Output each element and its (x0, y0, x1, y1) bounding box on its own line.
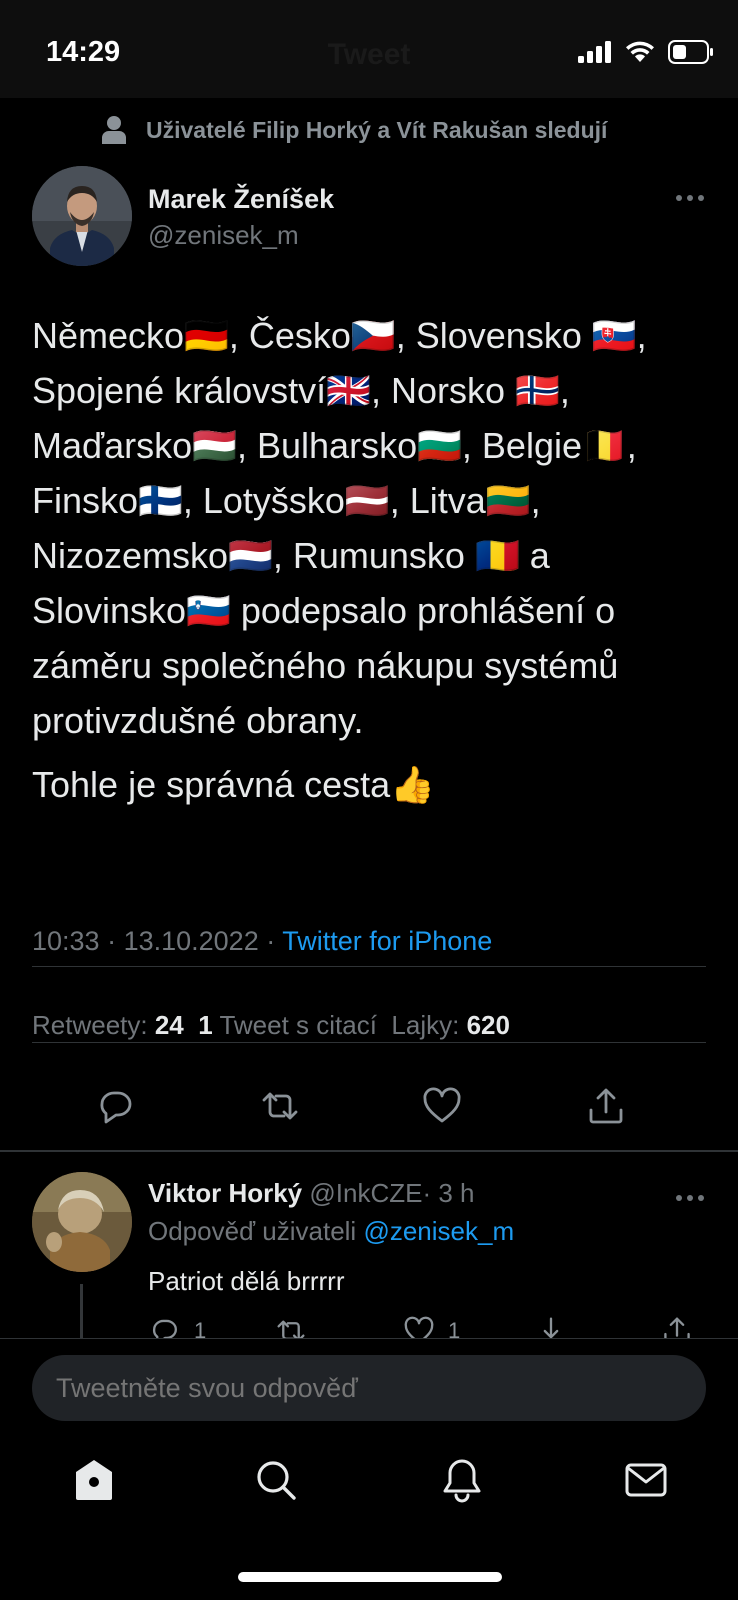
battery-icon (668, 40, 713, 64)
home-indicator[interactable] (238, 1572, 502, 1582)
likes-count: 620 (466, 1010, 510, 1040)
reply-tweet[interactable]: Viktor Horký @InkCZE· 3 h Odpověď uživat… (32, 1172, 706, 1344)
tweet-meta: 10:33 · 13.10.2022 · Twitter for iPhone (32, 926, 492, 957)
mail-icon[interactable] (622, 1456, 670, 1504)
status-bar: Tweet 14:29 (0, 0, 738, 98)
heart-icon[interactable] (420, 1084, 464, 1128)
bottom-tab-bar (0, 1456, 738, 1536)
status-icons (578, 40, 714, 64)
section-divider (0, 1150, 738, 1152)
author-name[interactable]: Marek Ženíšek (148, 184, 334, 215)
bell-icon[interactable] (438, 1456, 486, 1504)
tweet-text: Německo🇩🇪, Česko🇨🇿, Slovensko 🇸🇰, Spojen… (32, 308, 708, 812)
wifi-icon (626, 41, 654, 62)
reply-header: Viktor Horký @InkCZE· 3 h (148, 1178, 474, 1209)
quotes-count: 1 (198, 1010, 213, 1040)
thread-line (80, 1284, 83, 1344)
meta-separator: · (99, 926, 124, 956)
replying-to-label: Odpověď uživateli (148, 1216, 357, 1246)
reply-icon[interactable] (94, 1084, 138, 1128)
more-options-icon[interactable] (674, 188, 706, 208)
meta-separator: · (258, 926, 283, 956)
retweets-stat[interactable]: Retweety: 24 (32, 1010, 184, 1040)
share-icon[interactable] (584, 1084, 628, 1128)
replying-to: Odpověď uživateli @zenisek_m (148, 1216, 514, 1247)
reply-time: · 3 h (422, 1178, 475, 1208)
quotes-label: Tweet s citací (219, 1010, 377, 1040)
reply-author-handle[interactable]: @InkCZE (309, 1178, 422, 1208)
author-avatar[interactable] (32, 166, 132, 266)
search-icon[interactable] (252, 1456, 300, 1504)
replying-to-mention[interactable]: @zenisek_m (363, 1216, 514, 1246)
likes-label: Lajky: (391, 1010, 460, 1040)
quotes-stat[interactable]: 1 Tweet s citací (198, 1010, 377, 1040)
tweet-text-paragraph-1: Německo🇩🇪, Česko🇨🇿, Slovensko 🇸🇰, Spojen… (32, 315, 647, 741)
tweet-time: 10:33 (32, 926, 100, 956)
person-icon (102, 116, 126, 144)
home-icon[interactable] (70, 1456, 118, 1504)
social-context-text: Uživatelé Filip Horký a Vít Rakušan sled… (146, 116, 608, 143)
retweets-count: 24 (154, 1010, 184, 1040)
reply-compose-input[interactable] (32, 1355, 706, 1421)
author-handle[interactable]: @zenisek_m (148, 220, 299, 251)
retweets-label: Retweety: (32, 1010, 148, 1040)
divider (32, 966, 706, 967)
author-avatar-image (32, 166, 132, 266)
tweet-text-paragraph-2: Tohle je správná cesta👍 (32, 764, 436, 805)
tweet-stats: Retweety: 24 1 Tweet s citací Lajky: 620 (32, 1010, 510, 1041)
reply-avatar-image (32, 1172, 132, 1272)
retweet-icon[interactable] (258, 1084, 302, 1128)
divider (32, 1042, 706, 1043)
cellular-signal-icon (578, 41, 611, 63)
social-context: Uživatelé Filip Horký a Vít Rakušan sled… (102, 116, 607, 144)
tweet-date: 13.10.2022 (123, 926, 259, 956)
reply-more-options-icon[interactable] (674, 1188, 706, 1208)
tweet-author: Marek Ženíšek @zenisek_m (32, 166, 706, 268)
reply-author-name[interactable]: Viktor Horký (148, 1178, 302, 1208)
likes-stat[interactable]: Lajky: 620 (391, 1010, 510, 1040)
reply-text: Patriot dělá brrrrr (148, 1266, 345, 1296)
tweet-source-link[interactable]: Twitter for iPhone (282, 926, 492, 956)
reply-avatar[interactable] (32, 1172, 132, 1272)
tweet-actions (0, 1084, 738, 1134)
status-time: 14:29 (46, 36, 121, 68)
